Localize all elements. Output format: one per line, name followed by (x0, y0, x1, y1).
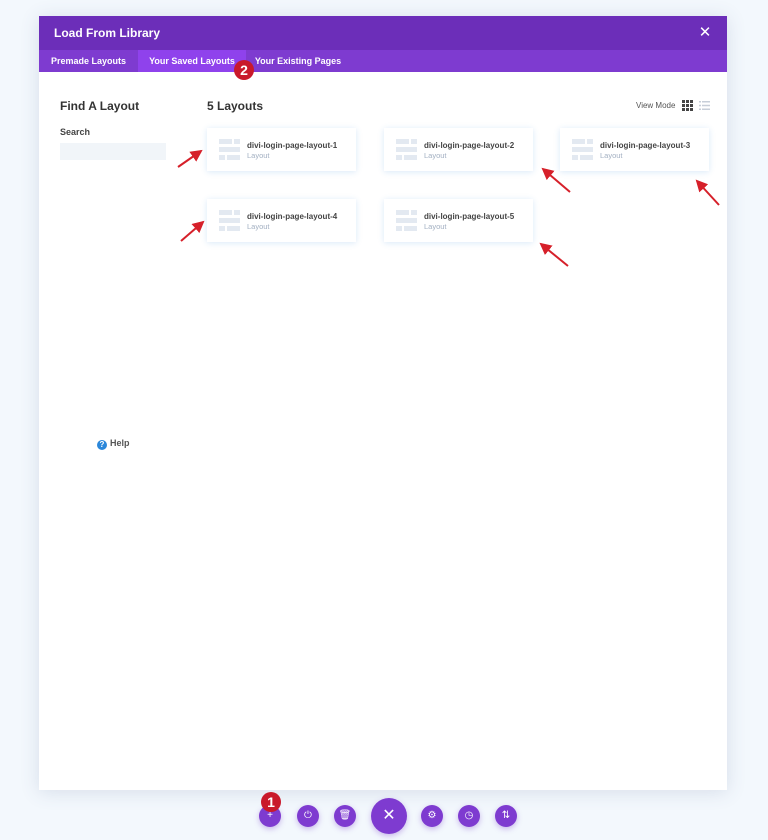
help-icon: ? (97, 440, 107, 450)
list-view-icon[interactable] (699, 100, 710, 111)
power-icon[interactable]: ⏻ (297, 805, 319, 827)
tab-your-saved-layouts[interactable]: Your Saved Layouts (138, 50, 246, 72)
grid-view-icon[interactable] (682, 100, 693, 111)
layout-card-2[interactable]: divi-login-page-layout-2 Layout (384, 128, 533, 171)
history-icon[interactable]: ◷ (458, 805, 480, 827)
load-from-library-modal: Load From Library ✕ Premade Layouts Your… (39, 16, 727, 790)
help-link[interactable]: ? Help (97, 438, 130, 450)
view-mode-label: View Mode (636, 101, 676, 110)
find-layout-title: Find A Layout (60, 99, 140, 113)
layout-card-3[interactable]: divi-login-page-layout-3 Layout (560, 128, 709, 171)
layout-type: Layout (247, 222, 270, 231)
tab-bar: Premade Layouts Your Saved Layouts Your … (39, 50, 727, 72)
layout-name: divi-login-page-layout-2 (424, 141, 515, 150)
tab-your-existing-pages[interactable]: Your Existing Pages (246, 50, 350, 72)
sort-icon[interactable]: ⇅ (495, 805, 517, 827)
layout-card-1[interactable]: divi-login-page-layout-1 Layout (207, 128, 356, 171)
gear-icon[interactable]: ⚙ (421, 805, 443, 827)
step-badge-2: 2 (234, 60, 254, 80)
layout-thumbnail-icon (572, 139, 593, 160)
builder-toolbar: + ⏻ 🗑 ✕ ⚙ ◷ ⇅ 1 (0, 792, 768, 840)
layout-thumbnail-icon (219, 139, 240, 160)
layout-type: Layout (424, 222, 447, 231)
modal-header: Load From Library ✕ (39, 16, 727, 50)
close-icon[interactable]: ✕ (695, 23, 715, 43)
layout-name: divi-login-page-layout-5 (424, 212, 515, 221)
modal-title: Load From Library (54, 26, 161, 40)
layout-name: divi-login-page-layout-4 (247, 212, 338, 221)
search-input[interactable] (60, 143, 166, 160)
layout-card-4[interactable]: divi-login-page-layout-4 Layout (207, 199, 356, 242)
layout-type: Layout (247, 151, 270, 160)
layout-type: Layout (424, 151, 447, 160)
layout-type: Layout (600, 151, 623, 160)
layout-card-5[interactable]: divi-login-page-layout-5 Layout (384, 199, 533, 242)
layout-thumbnail-icon (396, 139, 417, 160)
trash-icon[interactable]: 🗑 (334, 805, 356, 827)
search-label: Search (60, 127, 91, 137)
layout-thumbnail-icon (219, 210, 240, 231)
step-badge-1: 1 (261, 792, 281, 812)
tab-premade-layouts[interactable]: Premade Layouts (39, 50, 138, 72)
layout-name: divi-login-page-layout-1 (247, 141, 338, 150)
layout-count-title: 5 Layouts (207, 99, 264, 113)
help-label: Help (110, 438, 130, 448)
layout-thumbnail-icon (396, 210, 417, 231)
close-icon[interactable]: ✕ (371, 798, 407, 834)
layout-name: divi-login-page-layout-3 (600, 141, 691, 150)
